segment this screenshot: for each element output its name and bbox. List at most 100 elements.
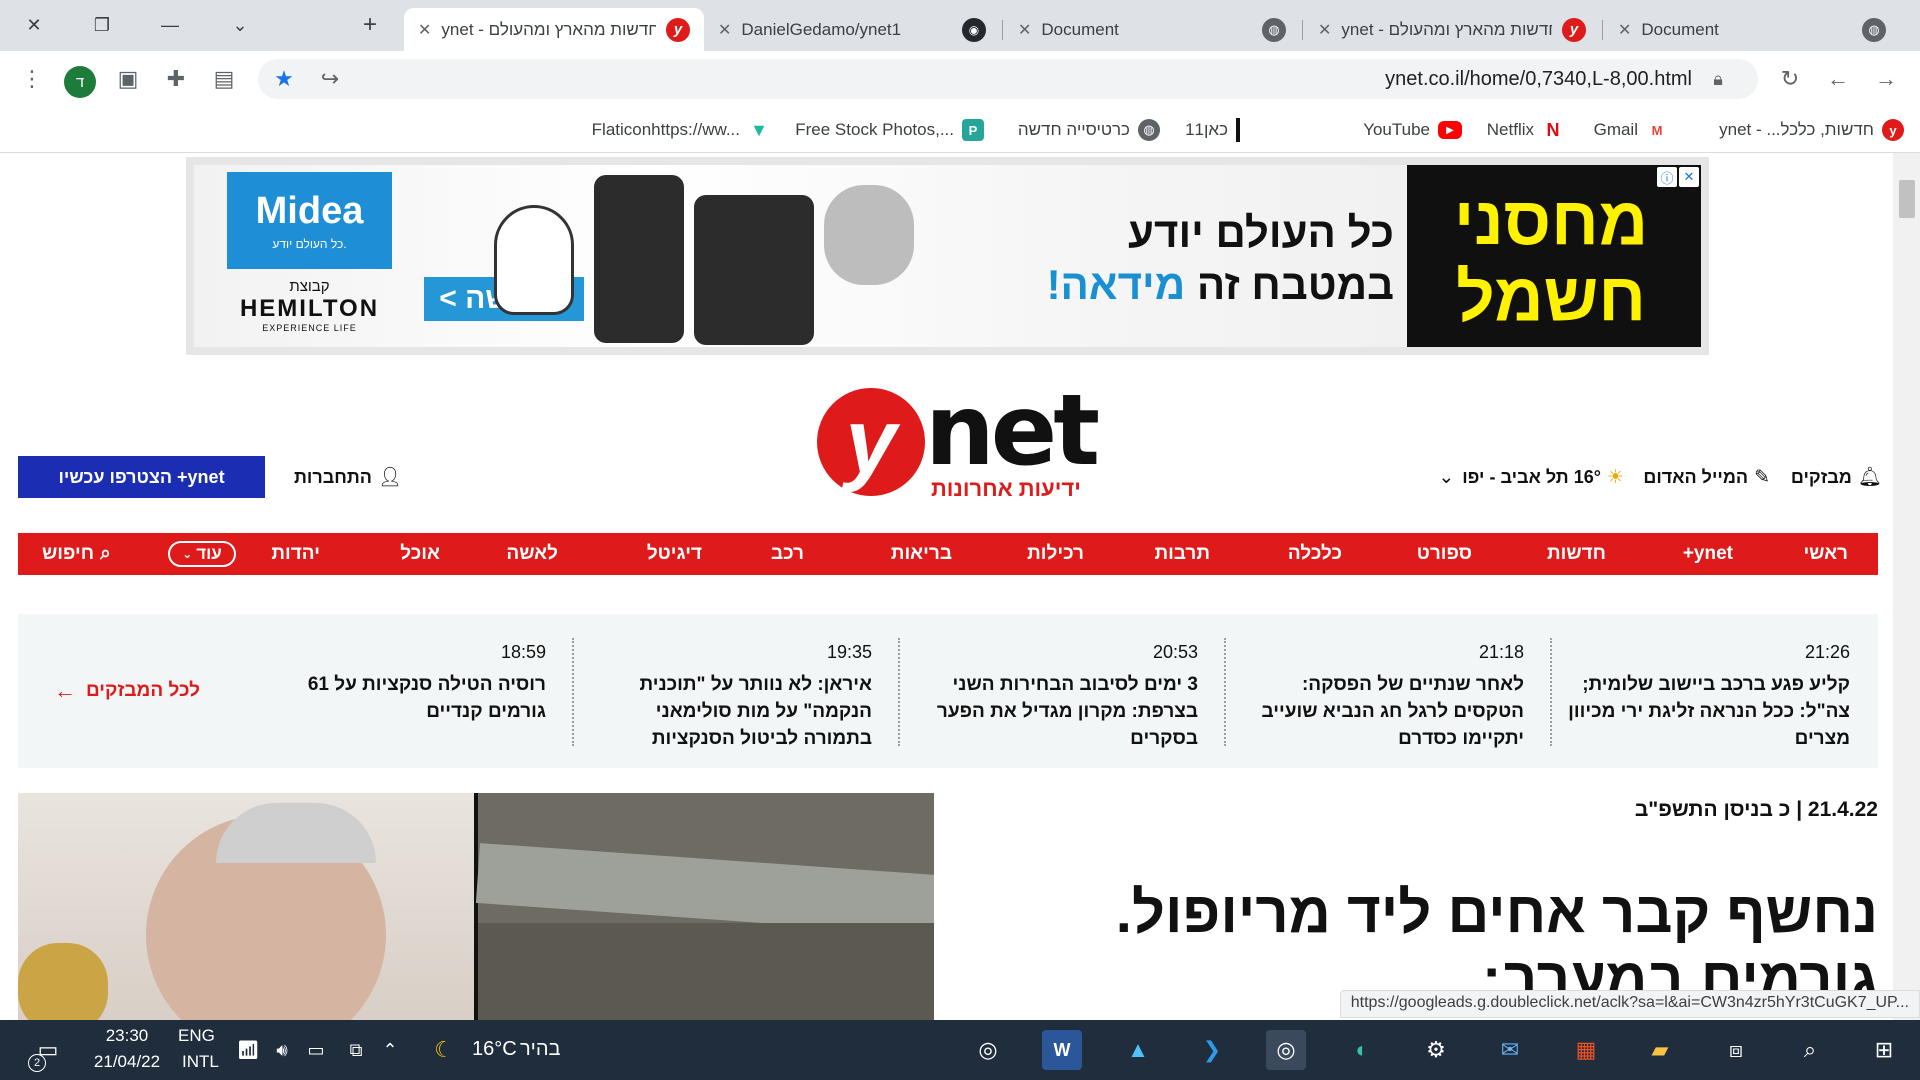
ticker-title: איראן: לא נוותר על "תוכנית הנקמה" על מות… bbox=[639, 674, 872, 749]
advertisement-banner[interactable]: Midea כל העולם יודע. קבוצת HEMILTON EXPE… bbox=[186, 157, 1709, 355]
red-mail-link[interactable]: ✎ המייל האדום bbox=[1643, 464, 1770, 490]
ticker-item[interactable]: 20:53 3 ימים לסיבוב הבחירות השני בצרפת: … bbox=[908, 642, 1198, 752]
login-link[interactable]: 👤︎ התחברות bbox=[294, 464, 402, 490]
store-icon[interactable]: ▦ bbox=[1566, 1030, 1606, 1070]
photos-icon[interactable]: ▲ bbox=[1118, 1030, 1158, 1070]
settings-gear-icon[interactable]: ⚙ bbox=[1416, 1030, 1456, 1070]
new-tab-button[interactable]: + bbox=[352, 8, 388, 42]
file-explorer-icon[interactable]: ▰ bbox=[1640, 1030, 1680, 1070]
word-icon[interactable]: W bbox=[1042, 1030, 1082, 1070]
tab-search-chevron-icon[interactable]: ⌄ bbox=[222, 8, 258, 42]
ticker-item[interactable]: 21:18 לאחר שנתיים של הפסקה: הטקסים לרגל … bbox=[1234, 642, 1524, 752]
ad-info-icon[interactable]: ⓘ bbox=[1657, 167, 1677, 187]
breaking-news-link[interactable]: 🔔︎ מבזקים bbox=[1791, 464, 1882, 490]
nav-item-gossip[interactable]: רכילות bbox=[1027, 533, 1084, 575]
globe-icon: ◍ bbox=[1262, 17, 1286, 42]
window-restore-icon[interactable]: ❐ bbox=[84, 8, 120, 42]
task-view-icon[interactable]: ⧈ bbox=[1716, 1030, 1756, 1070]
vscode-icon[interactable]: ❯ bbox=[1192, 1030, 1232, 1070]
close-tab-icon[interactable]: ✕ bbox=[1018, 20, 1031, 40]
chrome-icon[interactable]: ◎ bbox=[1266, 1030, 1306, 1070]
nav-item-news[interactable]: חדשות bbox=[1547, 533, 1606, 575]
hair-shape bbox=[216, 803, 376, 863]
close-tab-icon[interactable]: ✕ bbox=[418, 20, 431, 40]
back-arrow-icon[interactable]: ← bbox=[1820, 61, 1856, 97]
weather-temp[interactable]: 16°C bbox=[472, 1038, 517, 1061]
window-close-icon[interactable]: ✕ bbox=[16, 8, 52, 42]
nav-item-sport[interactable]: ספורט bbox=[1417, 533, 1472, 575]
nav-item-ynet-plus[interactable]: ynet+ bbox=[1683, 533, 1733, 575]
clock-date[interactable]: 21/04/22 bbox=[88, 1052, 166, 1072]
bookmark-ynet[interactable]: y חדשות, כלכל... - ynet bbox=[1719, 117, 1904, 143]
browser-tab-document-2[interactable]: ✕ Document ◍ bbox=[1604, 8, 1900, 51]
ticker-item[interactable]: 18:59 רוסיה הטילה סנקציות על 61 גורמים ק… bbox=[256, 642, 546, 725]
nav-item-health[interactable]: בריאות bbox=[891, 533, 952, 575]
ticker-item[interactable]: 19:35 איראן: לא נוותר על "תוכנית הנקמה" … bbox=[582, 642, 872, 752]
main-story-image[interactable] bbox=[18, 793, 934, 1020]
bookmark-gmail[interactable]: M Gmail bbox=[1594, 117, 1668, 143]
window-minimize-icon[interactable]: — bbox=[152, 8, 188, 42]
battery-icon[interactable]: ▭ bbox=[296, 1030, 336, 1070]
satellite-photo bbox=[475, 793, 934, 1020]
language-indicator[interactable]: ENG bbox=[178, 1026, 215, 1046]
tray-chevron-up-icon[interactable]: ⌃ bbox=[370, 1030, 410, 1070]
edge-icon[interactable]: ◐ bbox=[1342, 1030, 1382, 1070]
nav-item-digital[interactable]: דיגיטל bbox=[647, 533, 702, 575]
weather-desc[interactable]: בהיר bbox=[520, 1038, 561, 1061]
nav-search-button[interactable]: ⌕ חיפוש bbox=[42, 533, 111, 575]
bookmark-star-icon[interactable]: ★ bbox=[266, 61, 302, 97]
browser-menu-icon[interactable]: ⋮ bbox=[14, 61, 50, 97]
bookmark-netflix[interactable]: N Netflix bbox=[1487, 117, 1564, 143]
scrollbar-thumb[interactable] bbox=[1899, 180, 1915, 218]
nav-item-culture[interactable]: תרבות bbox=[1154, 533, 1210, 575]
profile-avatar[interactable]: ד bbox=[64, 66, 96, 98]
page-scrollbar[interactable] bbox=[1893, 153, 1920, 1020]
chrome-icon[interactable]: ◎ bbox=[968, 1030, 1008, 1070]
mail-icon[interactable]: ✉ bbox=[1490, 1030, 1530, 1070]
weather-widget[interactable]: ☀ 16° תל אביב - יפו ⌄ bbox=[1438, 464, 1624, 490]
nav-item-economy[interactable]: כלכלה bbox=[1288, 533, 1342, 575]
nav-item-home[interactable]: ראשי bbox=[1803, 533, 1848, 575]
share-icon[interactable]: ↪ bbox=[312, 61, 348, 97]
bookmark-youtube[interactable]: ▶ YouTube bbox=[1363, 117, 1462, 143]
reload-icon[interactable]: ↻ bbox=[1772, 61, 1808, 97]
nav-item-food[interactable]: אוכל bbox=[400, 533, 440, 575]
extensions-puzzle-icon[interactable]: ✚ bbox=[158, 61, 194, 97]
nav-item-cars[interactable]: רכב bbox=[771, 533, 804, 575]
bookmark-kan11[interactable]: כאן11 bbox=[1185, 117, 1240, 143]
ad-creative[interactable]: Midea כל העולם יודע. קבוצת HEMILTON EXPE… bbox=[194, 165, 1701, 347]
close-tab-icon[interactable]: ✕ bbox=[1618, 20, 1631, 40]
clock-time[interactable]: 23:30 bbox=[92, 1026, 162, 1046]
bookmark-new-tab[interactable]: ◍ כרטיסייה חדשה bbox=[1018, 117, 1160, 143]
close-tab-icon[interactable]: ✕ bbox=[718, 20, 731, 40]
bell-icon: 🔔︎ bbox=[1857, 467, 1882, 488]
search-icon[interactable]: ⌕ bbox=[1790, 1030, 1830, 1070]
ad-choices[interactable]: ⓘ ✕ bbox=[1655, 167, 1699, 187]
nav-more-button[interactable]: עוד ⌄ bbox=[168, 541, 236, 567]
browser-tab-github[interactable]: ✕ DanielGedamo/ynet1 ◉ bbox=[704, 8, 1000, 51]
browser-tab-ynet-active[interactable]: ✕ ynet - חדשות מהארץ ומהעולם y bbox=[404, 8, 704, 51]
side-panel-icon[interactable]: ▣ bbox=[110, 61, 146, 97]
all-breaking-news-link[interactable]: לכל המבזקים ← bbox=[54, 678, 200, 704]
close-tab-icon[interactable]: ✕ bbox=[1318, 20, 1331, 40]
ynet-favicon-icon: y bbox=[1882, 119, 1904, 141]
nav-item-judaism[interactable]: יהדות bbox=[271, 533, 320, 575]
language-layout: INTL bbox=[182, 1052, 219, 1071]
address-bar[interactable]: ★ ↪ ynet.co.il/home/0,7340,L-8,00.html 🔒… bbox=[258, 59, 1758, 99]
ticker-item[interactable]: 21:26 קליע פגע ברכב ביישוב שלומית; צה"ל:… bbox=[1560, 642, 1850, 752]
join-ynet-plus-button[interactable]: ynet+ הצטרפו עכשיו bbox=[18, 456, 265, 498]
ad-close-icon[interactable]: ✕ bbox=[1679, 167, 1699, 187]
ad-copy-line2: במטבח זה מידאה! bbox=[1034, 259, 1394, 311]
bookmark-free-stock-photos[interactable]: P Free Stock Photos,... bbox=[795, 117, 984, 143]
url-text: ynet.co.il/home/0,7340,L-8,00.html bbox=[1385, 68, 1692, 90]
extension-icon[interactable]: ▤ bbox=[206, 61, 242, 97]
windows-start-icon[interactable]: ⊞ bbox=[1864, 1030, 1904, 1070]
nav-item-women[interactable]: לאשה bbox=[506, 533, 558, 575]
browser-tab-ynet[interactable]: ✕ ynet - חדשות מהארץ ומהעולם y bbox=[1304, 8, 1600, 51]
browser-tab-document[interactable]: ✕ Document ◍ bbox=[1004, 8, 1300, 51]
forward-arrow-icon[interactable]: → bbox=[1868, 61, 1904, 97]
lock-icon[interactable]: 🔒︎ bbox=[1700, 61, 1736, 97]
bookmark-flaticon[interactable]: ▼ Flaticonhttps://ww... bbox=[592, 117, 770, 143]
ynet-logo[interactable]: y net ידיעות אחרונות bbox=[813, 374, 1100, 501]
gmail-icon: M bbox=[1651, 122, 1663, 138]
